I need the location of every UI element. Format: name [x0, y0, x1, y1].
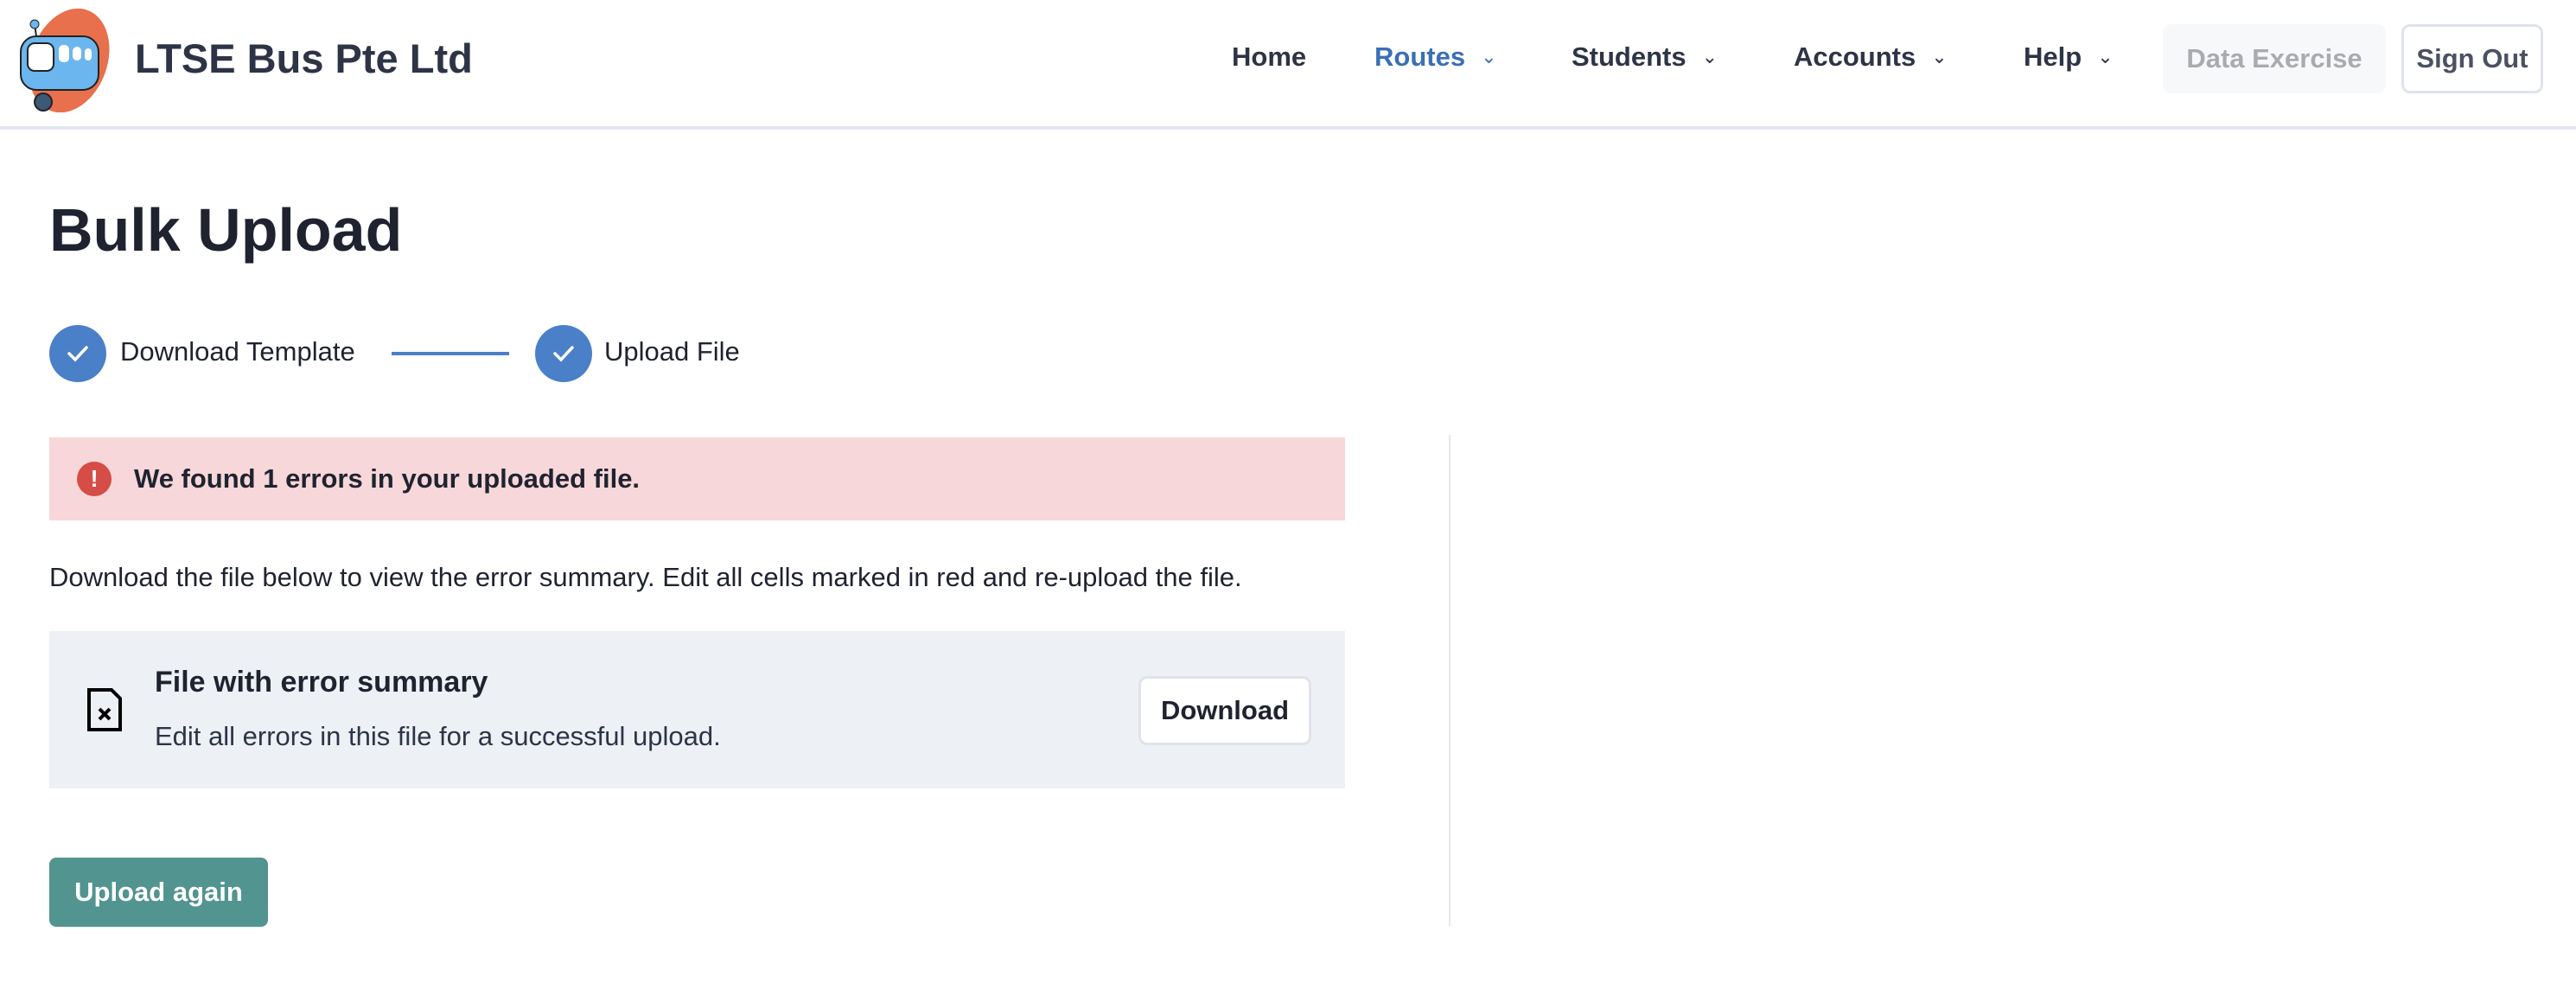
chevron-down-icon: ⌄ — [1481, 46, 1497, 67]
instructions-text: Download the file below to view the erro… — [49, 562, 1242, 592]
error-banner: ! We found 1 errors in your uploaded fil… — [49, 437, 1345, 520]
file-card-subtitle: Edit all errors in this file for a succe… — [155, 721, 721, 751]
brand-name: LTSE Bus Pte Ltd — [135, 35, 473, 81]
nav-help[interactable]: Help ⌄ — [2024, 41, 2114, 73]
download-button[interactable]: Download — [1138, 676, 1311, 745]
step-download-template: Download Template — [120, 336, 355, 367]
nav-routes[interactable]: Routes ⌄ — [1374, 41, 1497, 73]
data-exercise-button[interactable]: Data Exercise — [2163, 24, 2386, 93]
chevron-down-icon: ⌄ — [1701, 46, 1718, 67]
bus-logo-icon[interactable] — [9, 5, 114, 112]
file-error-icon — [87, 688, 122, 731]
step-complete-check-icon — [535, 325, 592, 382]
error-alert-icon: ! — [77, 462, 112, 496]
error-message: We found 1 errors in your uploaded file. — [134, 463, 641, 494]
file-card-title: File with error summary — [155, 666, 488, 699]
sign-out-button[interactable]: Sign Out — [2401, 24, 2543, 93]
chevron-down-icon: ⌄ — [1931, 46, 1948, 67]
nav-home[interactable]: Home — [1232, 41, 1306, 73]
upload-again-button[interactable]: Upload again — [49, 858, 268, 927]
step-connector — [392, 352, 509, 355]
vertical-divider — [1449, 435, 1451, 926]
error-file-card: File with error summary Edit all errors … — [49, 631, 1345, 788]
nav-students-label: Students — [1572, 41, 1687, 72]
chevron-down-icon: ⌄ — [2097, 46, 2114, 67]
nav-help-label: Help — [2024, 41, 2082, 72]
step-complete-check-icon — [49, 325, 106, 382]
top-nav-bar: LTSE Bus Pte Ltd Home Routes ⌄ Students ⌄ … — [0, 0, 2576, 130]
step-upload-file: Upload File — [604, 336, 740, 367]
nav-accounts-label: Accounts — [1794, 41, 1916, 72]
page-title: Bulk Upload — [49, 196, 403, 264]
nav-routes-label: Routes — [1374, 41, 1466, 72]
nav-students[interactable]: Students ⌄ — [1572, 41, 1718, 73]
nav-accounts[interactable]: Accounts ⌄ — [1794, 41, 1948, 73]
nav-home-label: Home — [1232, 41, 1307, 72]
